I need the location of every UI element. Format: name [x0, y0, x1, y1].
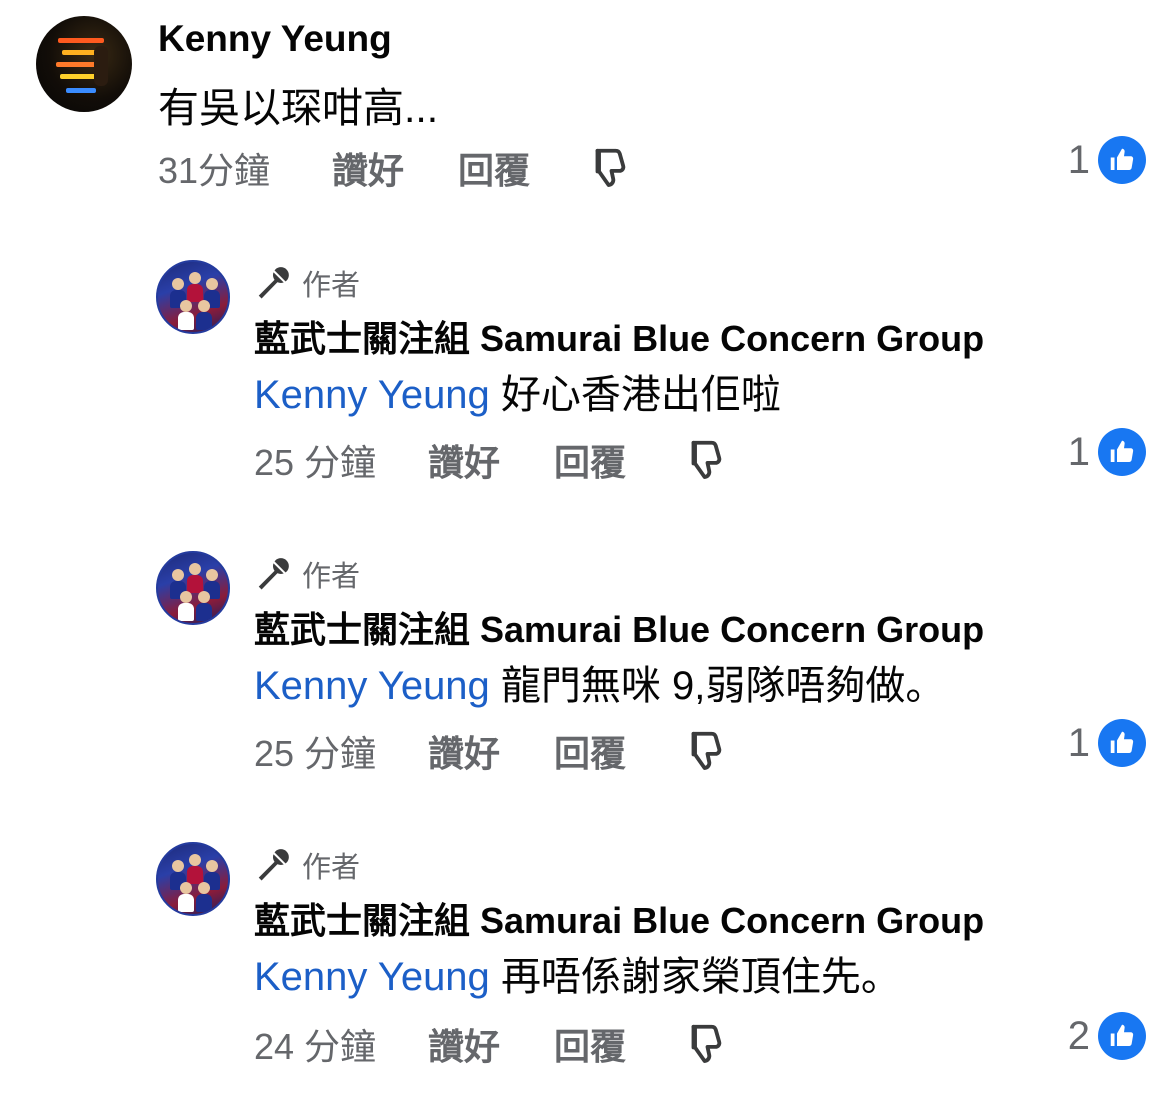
reply-comment: 作者 藍武士關注組 Samurai Blue Concern Group Ken…	[0, 541, 1170, 791]
mention-link[interactable]: Kenny Yeung	[254, 373, 490, 417]
page-avatar[interactable]	[156, 260, 230, 334]
mention-link[interactable]: Kenny Yeung	[254, 664, 490, 708]
reaction-summary[interactable]: 1	[1068, 428, 1146, 476]
timestamp[interactable]: 25 分鐘	[254, 725, 428, 777]
comment-actions: 25 分鐘 讚好 回覆	[254, 725, 728, 777]
microphone-icon	[258, 558, 289, 590]
reaction-count: 1	[1067, 720, 1090, 765]
like-button[interactable]: 讚好	[428, 1018, 554, 1070]
comment-text: 好心香港出佢啦	[500, 373, 781, 417]
author-badge: 作者	[254, 262, 360, 304]
reply-button[interactable]: 回覆	[554, 434, 682, 486]
like-button[interactable]: 讚好	[332, 142, 458, 194]
author-badge-label: 作者	[302, 852, 361, 884]
reaction-summary[interactable]: 1	[1068, 719, 1146, 767]
thumbs-up-icon	[1098, 136, 1146, 184]
thumbs-down-icon[interactable]	[682, 437, 728, 483]
timestamp[interactable]: 25 分鐘	[254, 434, 428, 486]
thumbs-down-icon[interactable]	[586, 145, 632, 191]
comment-actions: 31分鐘 讚好 回覆	[158, 142, 632, 194]
reaction-summary[interactable]: 2	[1068, 1012, 1146, 1060]
thumbs-down-icon[interactable]	[682, 1021, 728, 1067]
reaction-count: 2	[1067, 1013, 1090, 1058]
comment-text: 再唔係謝家榮頂住先。	[500, 955, 901, 999]
comment-author[interactable]: 藍武士關注組 Samurai Blue Concern Group	[254, 601, 984, 653]
reply-button[interactable]: 回覆	[554, 725, 682, 777]
author-badge: 作者	[254, 553, 360, 595]
mention-link[interactable]: Kenny Yeung	[254, 955, 490, 999]
reaction-count: 1	[1067, 429, 1090, 474]
comment-author[interactable]: 藍武士關注組 Samurai Blue Concern Group	[254, 310, 984, 362]
reply-comment: 作者 藍武士關注組 Samurai Blue Concern Group Ken…	[0, 250, 1170, 500]
microphone-icon	[258, 267, 289, 299]
reaction-summary[interactable]: 1	[1068, 136, 1146, 184]
avatar[interactable]	[36, 16, 132, 112]
microphone-icon	[258, 849, 289, 881]
reply-comment: 作者 藍武士關注組 Samurai Blue Concern Group Ken…	[0, 832, 1170, 1082]
author-badge-label: 作者	[302, 270, 361, 302]
comment-actions: 25 分鐘 讚好 回覆	[254, 434, 728, 486]
comment-author[interactable]: Kenny Yeung	[158, 18, 392, 60]
reply-button[interactable]: 回覆	[458, 142, 586, 194]
timestamp[interactable]: 31分鐘	[158, 142, 332, 194]
page-avatar[interactable]	[156, 551, 230, 625]
comment-text-line: Kenny Yeung 再唔係謝家榮頂住先。	[254, 944, 901, 1002]
thumbs-down-icon[interactable]	[682, 728, 728, 774]
page-avatar[interactable]	[156, 842, 230, 916]
like-button[interactable]: 讚好	[428, 725, 554, 777]
reply-button[interactable]: 回覆	[554, 1018, 682, 1070]
thumbs-up-icon	[1098, 428, 1146, 476]
comment-text: 有吳以琛咁高...	[158, 85, 439, 131]
comment-text-line: Kenny Yeung 龍門無咪 9,弱隊唔夠做。	[254, 653, 945, 711]
thumbs-up-icon	[1098, 1012, 1146, 1060]
comment: Kenny Yeung 有吳以琛咁高... 31分鐘 讚好 回覆 1	[0, 0, 1170, 200]
timestamp[interactable]: 24 分鐘	[254, 1018, 428, 1070]
thumbs-up-icon	[1098, 719, 1146, 767]
like-button[interactable]: 讚好	[428, 434, 554, 486]
comment-text: 龍門無咪 9,弱隊唔夠做。	[500, 664, 946, 708]
author-badge: 作者	[254, 844, 360, 886]
comment-text-line: Kenny Yeung 好心香港出佢啦	[254, 362, 781, 420]
reaction-count: 1	[1067, 137, 1090, 182]
comment-actions: 24 分鐘 讚好 回覆	[254, 1018, 728, 1070]
comment-author[interactable]: 藍武士關注組 Samurai Blue Concern Group	[254, 892, 984, 944]
author-badge-label: 作者	[302, 561, 361, 593]
